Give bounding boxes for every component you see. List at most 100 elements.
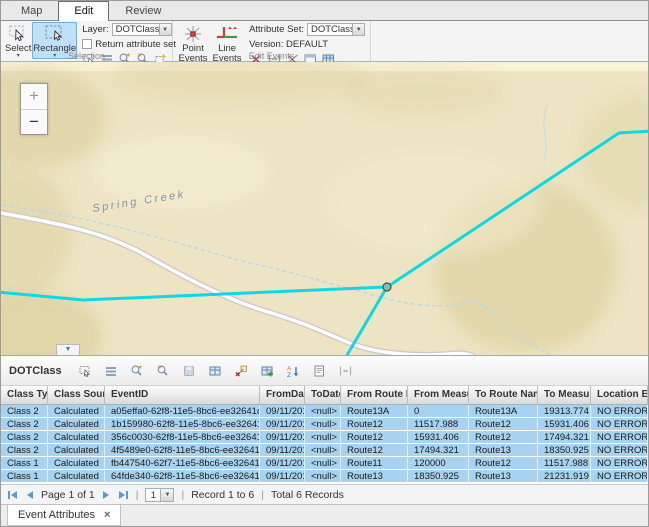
zoom-to-selection-icon[interactable] (126, 361, 149, 381)
panel-title: DOTClass (9, 365, 62, 377)
table-cell: fb447540-62f7-11e5-8bc6-ee32641d5ec9 (105, 457, 260, 469)
table-cell: NO ERROR (591, 405, 648, 417)
rectangle-tool-icon (33, 24, 76, 44)
table-cell: Route12 (469, 431, 538, 443)
junction-marker[interactable] (383, 283, 391, 291)
table-row[interactable]: Class 1Calculated64fde340-62f8-11e5-8bc6… (1, 470, 648, 483)
selection-group: Select ▾ Rectangle ▾ Layer: DOTClass (1, 21, 173, 61)
select-tool-icon (5, 24, 31, 44)
column-header-from-route-name[interactable]: From Route Name (341, 386, 408, 404)
chevron-down-icon: ▼ (160, 489, 173, 501)
page-select[interactable]: 1 ▼ (145, 488, 174, 502)
zoom-in-button[interactable]: + (21, 84, 47, 109)
tab-map[interactable]: Map (5, 1, 58, 20)
map-canvas[interactable]: Spring Creek + − ▼ (1, 62, 648, 355)
attribute-set-select[interactable]: DOTClass ▼ (307, 23, 365, 36)
table-row[interactable]: Class 1Calculatedfb447540-62f7-11e5-8bc6… (1, 457, 648, 470)
save-icon[interactable] (178, 361, 201, 381)
table-cell: 15931.406 (408, 431, 469, 443)
table-cell: 64fde340-62f8-11e5-8bc6-ee32641d5ec9 (105, 470, 260, 482)
table-cell: 09/11/2015 (260, 457, 305, 469)
tab-edit[interactable]: Edit (58, 1, 109, 21)
total-records-text: Total 6 Records (271, 489, 344, 501)
close-icon[interactable]: × (104, 510, 110, 520)
panel-toolbar: DOTClass AZ (1, 356, 648, 386)
table-cell: 15931.406 (538, 418, 591, 430)
table-cell: NO ERROR (591, 470, 648, 482)
table-cell: 11517.988 (408, 418, 469, 430)
map-zoom-control: + − (20, 83, 48, 135)
event-editor-app: Map Edit Review Select ▾ Rectangle (0, 0, 649, 527)
column-header-to-measure[interactable]: To Measure (538, 386, 591, 404)
table-row[interactable]: Class 2Calculateda05effa0-62f8-11e5-8bc6… (1, 405, 648, 418)
open-table-icon[interactable] (204, 361, 227, 381)
basemap: Spring Creek (1, 62, 648, 355)
column-header-class-source[interactable]: Class Source (48, 386, 105, 404)
column-header-fromdate[interactable]: FromDate (260, 386, 305, 404)
first-page-button[interactable] (7, 490, 18, 500)
table-cell: 1b159980-62f8-11e5-8bc6-ee32641d5ec9 (105, 418, 260, 430)
previous-page-button[interactable] (25, 490, 34, 500)
add-records-icon[interactable] (256, 361, 279, 381)
table-cell: 09/11/2015 (260, 431, 305, 443)
edit-events-group: Point Events Line Events Attribute Set: … (173, 21, 371, 61)
table-cell: 11517.988 (538, 457, 591, 469)
pan-to-selection-icon[interactable] (152, 361, 175, 381)
tab-event-attributes[interactable]: Event Attributes × (7, 505, 121, 526)
zoom-out-button[interactable]: − (21, 109, 47, 134)
sort-icon[interactable]: AZ (282, 361, 305, 381)
edit-events-group-label: Edit Events (173, 51, 370, 61)
column-header-todate[interactable]: ToDate (305, 386, 341, 404)
layer-label: Layer: (82, 24, 108, 35)
tab-review[interactable]: Review (109, 1, 177, 20)
table-cell: Route12 (341, 418, 408, 430)
column-header-to-route-name[interactable]: To Route Name (469, 386, 538, 404)
remove-selection-icon[interactable] (230, 361, 253, 381)
table-cell: Route13 (469, 470, 538, 482)
table-cell: 4f5489e0-62f8-11e5-8bc6-ee32641d5ec9 (105, 444, 260, 456)
attribute-set-label: Attribute Set: (249, 24, 304, 35)
table-cell: 356c0030-62f8-11e5-8bc6-ee32641d5ec9 (105, 431, 260, 443)
show-selection-icon[interactable] (100, 361, 123, 381)
table-row[interactable]: Class 2Calculated356c0030-62f8-11e5-8bc6… (1, 431, 648, 444)
table-cell: Route12 (341, 431, 408, 443)
chevron-down-icon: ▼ (57, 345, 79, 354)
table-cell: <null> (305, 431, 341, 443)
table-cell: Route12 (469, 457, 538, 469)
next-page-button[interactable] (102, 490, 111, 500)
layer-select[interactable]: DOTClass ▼ (112, 23, 172, 36)
event-attributes-panel: DOTClass AZ Class TypeClass SourceEventI… (1, 355, 648, 504)
table-cell: Class 2 (1, 444, 48, 456)
table-cell: Class 2 (1, 431, 48, 443)
table-cell: Route11 (341, 457, 408, 469)
svg-text:Z: Z (287, 372, 291, 378)
column-header-eventid[interactable]: EventID (105, 386, 260, 404)
separator: | (136, 489, 139, 501)
panel-toolbar-icons: AZ (74, 361, 360, 381)
table-row[interactable]: Class 2Calculated4f5489e0-62f8-11e5-8bc6… (1, 444, 648, 457)
chevron-down-icon: ▼ (352, 24, 364, 35)
column-header-class-type[interactable]: Class Type (1, 386, 48, 404)
table-header-row: Class TypeClass SourceEventIDFromDateToD… (1, 386, 648, 405)
panel-collapse-handle[interactable]: ▼ (56, 344, 80, 355)
attribute-page-icon[interactable] (308, 361, 331, 381)
last-page-button[interactable] (118, 490, 129, 500)
table-cell: 21231.919 (538, 470, 591, 482)
chevron-down-icon: ▼ (159, 24, 171, 35)
table-cell: 120000 (408, 457, 469, 469)
return-attribute-set-checkbox[interactable] (82, 39, 92, 49)
table-cell: Class 2 (1, 418, 48, 430)
table-cell: Calculated (48, 405, 105, 417)
table-cell: NO ERROR (591, 457, 648, 469)
column-header-location-error[interactable]: Location Error (591, 386, 648, 404)
table-cell: 17494.321 (408, 444, 469, 456)
select-records-icon[interactable] (74, 361, 97, 381)
table-cell: 09/11/2015 (260, 444, 305, 456)
table-row[interactable]: Class 2Calculated1b159980-62f8-11e5-8bc6… (1, 418, 648, 431)
table-cell: Route12 (469, 418, 538, 430)
table-cell: Class 1 (1, 457, 48, 469)
pagination-bar: Page 1 of 1 | 1 ▼ | Record 1 to 6 | Tota… (1, 484, 648, 504)
record-range-text: Record 1 to 6 (191, 489, 254, 501)
fit-width-icon[interactable] (334, 361, 357, 381)
column-header-from-measure[interactable]: From Measure (408, 386, 469, 404)
